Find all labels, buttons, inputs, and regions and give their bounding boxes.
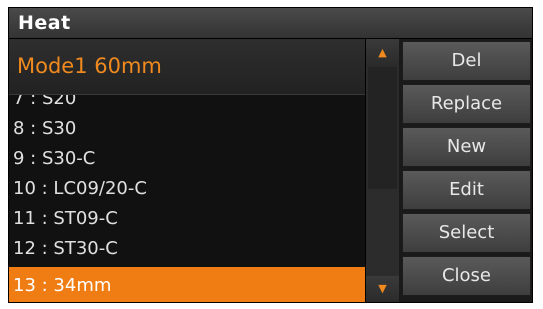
list-item[interactable]: 9 : S30-C: [9, 144, 365, 174]
scroll-thumb[interactable]: [368, 67, 397, 189]
list-item[interactable]: 8 : S30: [9, 114, 365, 144]
list-items: 7 : S20 8 : S30 9 : S30-C 10 : LC09/20-C…: [9, 95, 365, 302]
list-item[interactable]: 10 : LC09/20-C: [9, 174, 365, 204]
list-item[interactable]: 11 : ST09-C: [9, 204, 365, 234]
select-button[interactable]: Select: [402, 213, 531, 253]
action-buttons: Del Replace New Edit Select Close: [402, 39, 531, 302]
edit-button[interactable]: Edit: [402, 170, 531, 210]
close-button[interactable]: Close: [402, 256, 531, 296]
del-button[interactable]: Del: [402, 41, 531, 81]
window-title: Heat: [18, 12, 71, 34]
scroll-up-icon[interactable]: ▲: [366, 39, 399, 67]
list-item-selected[interactable]: 13 : 34mm: [9, 267, 365, 302]
current-mode-label: Mode1 60mm: [17, 54, 162, 78]
scroll-down-icon[interactable]: ▼: [366, 276, 399, 302]
title-bar: Heat: [9, 8, 532, 39]
replace-button[interactable]: Replace: [402, 84, 531, 124]
list-scrollbar[interactable]: ▲ ▼: [365, 39, 399, 302]
heat-dialog: Heat Mode1 60mm 7 : S20 8 : S30 9 : S30-…: [8, 7, 533, 303]
current-mode-header: Mode1 60mm: [9, 39, 365, 95]
list-item[interactable]: 7 : S20: [9, 95, 365, 114]
heat-mode-list: Mode1 60mm 7 : S20 8 : S30 9 : S30-C 10 …: [9, 39, 399, 302]
list-item[interactable]: 12 : ST30-C: [9, 234, 365, 264]
new-button[interactable]: New: [402, 127, 531, 167]
